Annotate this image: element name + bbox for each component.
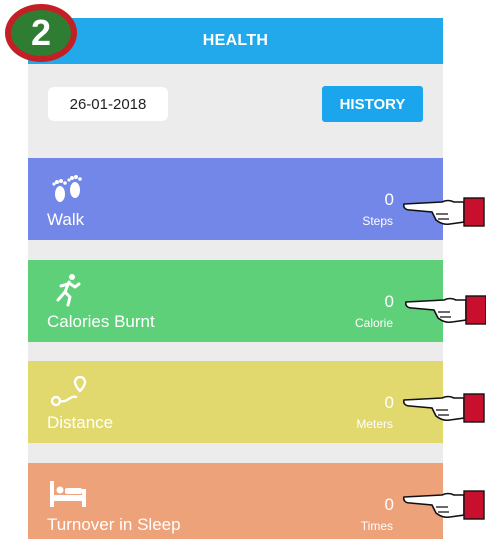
health-app: HEALTH 26-01-2018 HISTORY Walk 0 Steps C…	[28, 18, 443, 539]
pointing-hand-icon	[402, 393, 485, 423]
walk-unit: Steps	[362, 214, 393, 228]
header-title: HEALTH	[202, 32, 269, 49]
route-pin-icon	[50, 375, 87, 407]
walk-label: Walk	[47, 210, 85, 229]
walk-value: 0	[384, 190, 394, 209]
distance-value: 0	[384, 393, 394, 412]
step-number: 2	[11, 10, 71, 56]
date-selector[interactable]: 26-01-2018	[48, 87, 168, 121]
pointing-hand-icon	[404, 295, 486, 325]
walk-card[interactable]: Walk 0 Steps	[28, 158, 443, 240]
sleep-label: Turnover in Sleep	[47, 515, 181, 534]
distance-unit: Meters	[356, 417, 393, 431]
footprints-icon	[52, 175, 82, 202]
pointing-hand-icon	[402, 490, 485, 520]
calories-value: 0	[384, 292, 394, 311]
calories-label: Calories Burnt	[47, 312, 155, 331]
pointing-hand-icon	[402, 197, 485, 227]
running-person-icon	[56, 274, 81, 307]
sleep-card[interactable]: Turnover in Sleep 0 Times	[28, 463, 443, 539]
step-number-badge: 2	[5, 4, 77, 62]
bed-icon	[50, 481, 86, 507]
calories-card[interactable]: Calories Burnt 0 Calorie	[28, 260, 443, 342]
history-button[interactable]: HISTORY	[322, 86, 423, 122]
app-header: HEALTH	[28, 18, 443, 64]
distance-label: Distance	[47, 413, 114, 432]
sleep-value: 0	[384, 495, 394, 514]
sleep-unit: Times	[360, 519, 393, 533]
calories-unit: Calorie	[354, 316, 393, 330]
distance-card[interactable]: Distance 0 Meters	[28, 361, 443, 443]
